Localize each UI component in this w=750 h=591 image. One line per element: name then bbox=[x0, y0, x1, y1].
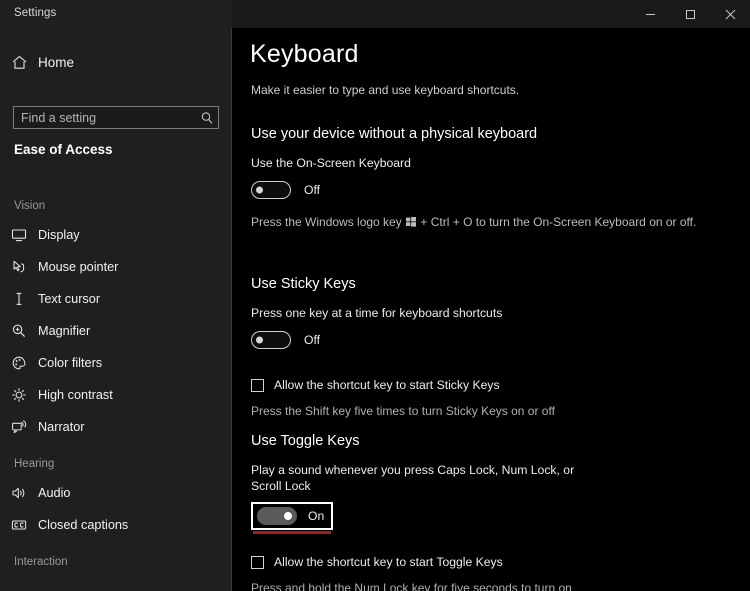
toggle-state-label: On bbox=[308, 509, 325, 523]
section-onscreen-keyboard: Use your device without a physical keybo… bbox=[251, 126, 731, 232]
toggle-state-label: Off bbox=[304, 333, 321, 347]
sidebar-item-color-filters[interactable]: Color filters bbox=[0, 347, 232, 379]
page-subtitle: Make it easier to type and use keyboard … bbox=[251, 83, 520, 97]
section-heading: Use your device without a physical keybo… bbox=[251, 126, 538, 142]
search-box[interactable] bbox=[13, 106, 219, 129]
sidebar-item-audio[interactable]: Audio bbox=[0, 477, 232, 509]
sidebar-item-magnifier[interactable]: Magnifier bbox=[0, 315, 232, 347]
toggle-keys-shortcut-checkbox[interactable] bbox=[251, 555, 264, 569]
sidebar-item-mouse-pointer[interactable]: Mouse pointer bbox=[0, 251, 232, 283]
toggle-keys-shortcut-checkbox-row[interactable]: Allow the shortcut key to start Toggle K… bbox=[251, 552, 731, 572]
sidebar-item-home[interactable]: Home bbox=[0, 45, 232, 79]
text-cursor-icon bbox=[0, 291, 38, 307]
close-button[interactable] bbox=[710, 0, 750, 28]
sidebar-item-label: High contrast bbox=[38, 388, 113, 402]
help-suffix: + Ctrl + O to turn the On-Screen Keyboar… bbox=[417, 215, 697, 229]
home-label: Home bbox=[38, 54, 75, 70]
sidebar-item-label: Audio bbox=[38, 486, 71, 500]
field-label: Press one key at a time for keyboard sho… bbox=[251, 306, 503, 320]
windows-logo-icon bbox=[406, 215, 417, 232]
sidebar-item-label: Text cursor bbox=[38, 292, 101, 306]
magnifier-icon bbox=[0, 323, 38, 339]
sidebar-group-hearing: Hearing bbox=[14, 458, 55, 470]
toggle-knob bbox=[256, 336, 263, 344]
speaker-icon bbox=[0, 485, 38, 501]
toggle-keys-toggle[interactable] bbox=[257, 507, 297, 525]
toggle-state-label: Off bbox=[304, 183, 321, 197]
toggle-keys-toggle-row: On bbox=[251, 502, 731, 534]
mouse-pointer-icon bbox=[0, 259, 38, 275]
onscreen-keyboard-toggle[interactable] bbox=[251, 181, 291, 199]
color-palette-icon bbox=[0, 355, 38, 371]
field-label: Play a sound whenever you press Caps Loc… bbox=[251, 463, 575, 493]
maximize-button[interactable] bbox=[670, 0, 710, 28]
sticky-keys-toggle[interactable] bbox=[251, 331, 291, 349]
annotation-underline bbox=[253, 531, 332, 534]
sidebar-group-interaction: Interaction bbox=[14, 556, 68, 568]
closed-captions-icon bbox=[0, 517, 38, 533]
sidebar-item-label: Display bbox=[38, 228, 80, 242]
toggle-keys-help: Press and hold the Num Lock key for five… bbox=[251, 581, 572, 591]
section-toggle-keys: Use Toggle Keys Play a sound whenever yo… bbox=[251, 433, 731, 591]
sidebar-group-vision: Vision bbox=[14, 200, 46, 212]
sidebar-item-label: Color filters bbox=[38, 356, 103, 370]
sidebar-item-narrator[interactable]: Narrator bbox=[0, 411, 232, 443]
sidebar: Home Ease of Access Vision bbox=[0, 28, 232, 591]
checkbox-label: Allow the shortcut key to start Sticky K… bbox=[274, 378, 500, 392]
section-heading: Use Sticky Keys bbox=[251, 276, 356, 292]
window-controls bbox=[630, 0, 750, 28]
minimize-button[interactable] bbox=[630, 0, 670, 28]
category-title: Ease of Access bbox=[14, 142, 113, 157]
onscreen-keyboard-help: Press the Windows logo key + Ctrl + O to… bbox=[251, 214, 731, 232]
checkbox-label: Allow the shortcut key to start Toggle K… bbox=[274, 555, 503, 569]
sticky-keys-toggle-row: Off bbox=[251, 329, 731, 351]
sidebar-item-label: Mouse pointer bbox=[38, 260, 119, 274]
section-sticky-keys: Use Sticky Keys Press one key at a time … bbox=[251, 276, 731, 420]
monitor-icon bbox=[0, 227, 38, 243]
sticky-keys-shortcut-checkbox-row[interactable]: Allow the shortcut key to start Sticky K… bbox=[251, 375, 731, 395]
window-title: Settings bbox=[14, 7, 57, 19]
onscreen-keyboard-toggle-row: Off bbox=[251, 179, 731, 201]
title-bar: Settings bbox=[0, 0, 750, 28]
sidebar-item-label: Narrator bbox=[38, 420, 85, 434]
content-pane: Keyboard Make it easier to type and use … bbox=[232, 28, 750, 591]
brightness-icon bbox=[0, 387, 38, 403]
toggle-knob bbox=[256, 186, 263, 194]
toggle-keys-highlight-annotation: On bbox=[251, 502, 334, 534]
sidebar-item-display[interactable]: Display bbox=[0, 219, 232, 251]
field-label: Use the On-Screen Keyboard bbox=[251, 156, 411, 170]
sidebar-item-label: Magnifier bbox=[38, 324, 91, 338]
sidebar-item-text-cursor[interactable]: Text cursor bbox=[0, 283, 232, 315]
narrator-icon bbox=[0, 419, 38, 435]
sidebar-item-label: Closed captions bbox=[38, 518, 129, 532]
page-title: Keyboard bbox=[250, 40, 359, 68]
home-icon bbox=[0, 54, 38, 71]
sidebar-item-closed-captions[interactable]: Closed captions bbox=[0, 509, 232, 541]
sticky-keys-help: Press the Shift key five times to turn S… bbox=[251, 404, 555, 418]
search-input[interactable] bbox=[14, 110, 196, 125]
settings-window: Settings Home Find a setting Ease of Acc… bbox=[0, 0, 750, 591]
sidebar-item-high-contrast[interactable]: High contrast bbox=[0, 379, 232, 411]
help-prefix: Press the Windows logo key bbox=[251, 215, 406, 229]
sidebar-nav: Vision Display Mouse pointer Text cursor… bbox=[0, 193, 232, 575]
section-heading: Use Toggle Keys bbox=[251, 433, 360, 449]
search-icon[interactable] bbox=[196, 111, 218, 125]
sticky-keys-shortcut-checkbox[interactable] bbox=[251, 378, 264, 392]
toggle-knob bbox=[284, 512, 292, 520]
